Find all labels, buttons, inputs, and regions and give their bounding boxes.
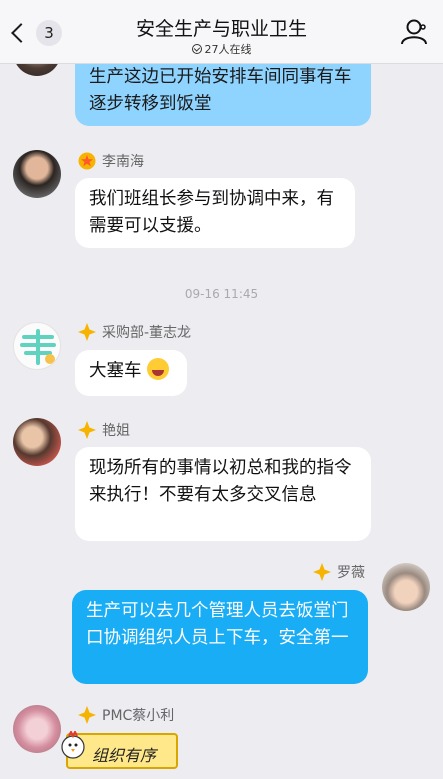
sender-name-row: 罗薇 bbox=[313, 562, 365, 582]
message-bubble[interactable]: 生产这边已开始安排车间同事有车逐步转移到饭堂 bbox=[75, 56, 371, 126]
sticker-message[interactable]: 组织有序 bbox=[61, 731, 178, 769]
diamond-badge-icon bbox=[78, 323, 96, 341]
sticker-text: 组织有序 bbox=[92, 746, 157, 765]
sender-name-row: 李南海 bbox=[78, 151, 144, 171]
online-status[interactable]: 27人在线 bbox=[0, 41, 443, 57]
star-badge-icon bbox=[78, 152, 96, 170]
chick-icon bbox=[61, 731, 85, 759]
laughing-tears-emoji-icon bbox=[147, 358, 170, 380]
message-bubble[interactable]: 现场所有的事情以初总和我的指令来执行！不要有太多交叉信息 bbox=[75, 447, 371, 541]
avatar[interactable] bbox=[13, 418, 61, 466]
sender-name-row: 艳姐 bbox=[78, 420, 130, 440]
sender-name: 李南海 bbox=[102, 154, 144, 170]
avatar[interactable] bbox=[382, 563, 430, 611]
message-text: 我们班组长参与到协调中来，有需要可以支援。 bbox=[89, 189, 334, 236]
message-text: 大塞车 bbox=[89, 361, 142, 381]
sender-name-row: 采购部-董志龙 bbox=[78, 322, 191, 342]
diamond-badge-icon bbox=[313, 563, 331, 581]
diamond-badge-icon bbox=[78, 421, 96, 439]
group-members-icon[interactable] bbox=[399, 18, 431, 46]
avatar[interactable] bbox=[13, 705, 61, 753]
message-text: 生产这边已开始安排车间同事有车逐步转移到饭堂 bbox=[89, 67, 352, 114]
sender-name: 采购部-董志龙 bbox=[102, 325, 192, 341]
avatar[interactable] bbox=[13, 150, 61, 198]
message-bubble[interactable]: 大塞车 bbox=[75, 350, 187, 396]
message-text: 生产可以去几个管理人员去饭堂门口协调组织人员上下车，安全第一 bbox=[86, 601, 349, 648]
sender-name: PMC蔡小利 bbox=[102, 708, 175, 724]
chat-header: 3 安全生产与职业卫生 27人在线 bbox=[0, 0, 443, 64]
message-timestamp: 09-16 11:45 bbox=[184, 287, 259, 301]
message-bubble[interactable]: 生产可以去几个管理人员去饭堂门口协调组织人员上下车，安全第一 bbox=[72, 590, 368, 684]
sender-name: 艳姐 bbox=[102, 423, 130, 439]
check-circle-icon bbox=[191, 44, 202, 54]
sender-name-row: PMC蔡小利 bbox=[78, 705, 174, 725]
diamond-badge-icon bbox=[78, 706, 96, 724]
online-count: 27人在线 bbox=[204, 43, 252, 56]
message-bubble[interactable]: 我们班组长参与到协调中来，有需要可以支援。 bbox=[75, 178, 355, 248]
sender-name: 罗薇 bbox=[337, 565, 365, 581]
avatar[interactable] bbox=[13, 322, 61, 370]
chat-title: 安全生产与职业卫生 bbox=[135, 18, 307, 40]
message-text: 现场所有的事情以初总和我的指令来执行！不要有太多交叉信息 bbox=[89, 458, 352, 505]
